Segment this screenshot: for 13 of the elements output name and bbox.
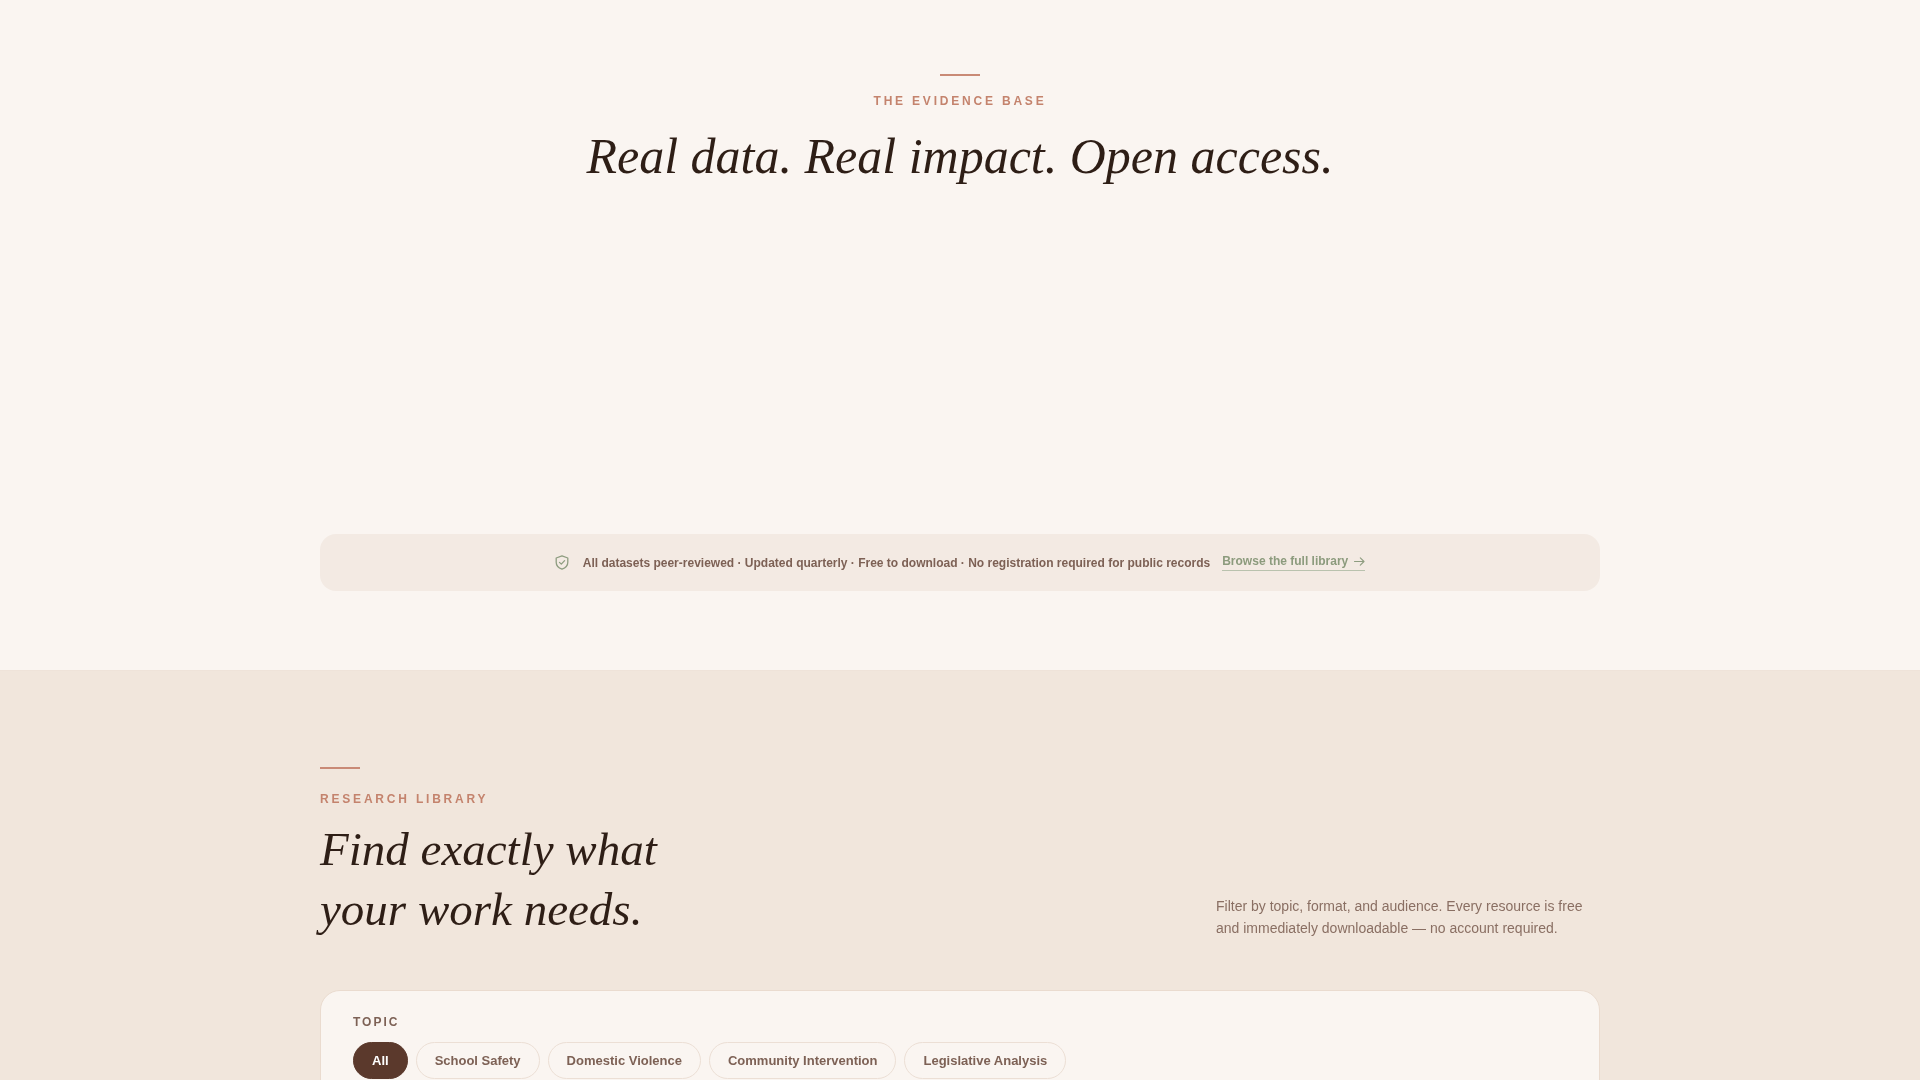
- filter-label: TOPIC: [353, 1015, 401, 1029]
- shield-check-icon: [554, 555, 569, 570]
- section-description: Filter by topic, format, and audience. Every resource is free and immediately downloadable — no account required.: [1216, 897, 1584, 938]
- filter-chip[interactable]: School Safety: [415, 1042, 540, 1079]
- section-eyebrow: RESEARCH LIBRARY: [320, 792, 490, 806]
- section-eyebrow: THE EVIDENCE BASE: [873, 94, 1047, 108]
- filter-chip[interactable]: All: [353, 1042, 408, 1079]
- notice-text: All datasets peer-reviewed · Updated quarterly · Free to download · No registration required for public records: [582, 555, 1211, 570]
- filter-chip[interactable]: Legislative Analysis: [904, 1042, 1067, 1079]
- section-headline: Real data. Real impact. Open access.: [586, 127, 1334, 186]
- filter-chip[interactable]: Community Intervention: [708, 1042, 897, 1079]
- arrow-right-icon: [1354, 556, 1366, 566]
- filter-chip[interactable]: Domestic Violence: [547, 1042, 701, 1079]
